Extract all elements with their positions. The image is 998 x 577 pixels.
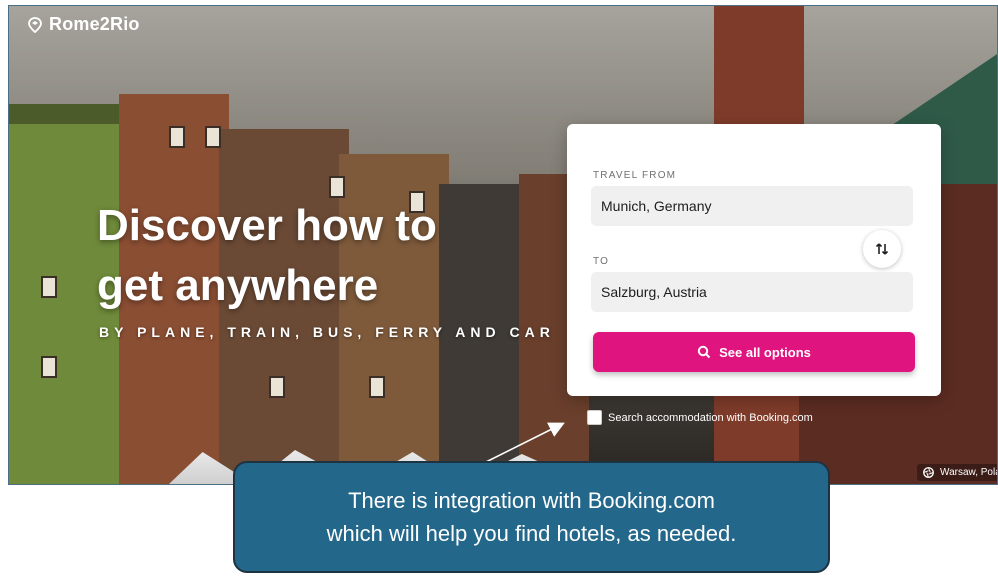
window [369,376,385,398]
window [329,176,345,198]
to-value: Salzburg, Austria [601,284,707,300]
hero-subline: BY PLANE, TRAIN, BUS, FERRY AND CAR [99,324,555,340]
rome2rio-logo-icon [28,16,42,33]
logo-text: Rome2Rio [49,14,140,34]
camera-shutter-icon [923,467,934,478]
see-all-options-label: See all options [719,344,811,360]
annotation-line-2: which will help you find hotels, as need… [326,521,737,546]
window [169,126,185,148]
window [41,356,57,378]
to-label: TO [593,256,610,267]
annotation-line-1: There is integration with Booking.com [348,488,715,513]
search-icon [697,345,711,359]
photo-location-tag[interactable]: Warsaw, Pola [917,464,998,481]
booking-accommodation-option[interactable]: Search accommodation with Booking.com [587,410,813,425]
site-logo[interactable]: Rome2Rio [27,14,140,35]
window [41,276,57,298]
to-input[interactable]: Salzburg, Austria [591,272,913,312]
swap-arrows-icon [875,243,889,255]
hero-headline: Discover how to get anywhere [97,196,517,316]
headline-line-2: get anywhere [97,261,379,310]
window [269,376,285,398]
photo-location-text: Warsaw, Pola [940,467,998,478]
booking-checkbox[interactable] [587,410,602,425]
see-all-options-button[interactable]: See all options [593,332,915,372]
building [9,104,129,124]
rome2rio-screenshot: Rome2Rio Discover how to get anywhere BY… [8,5,998,485]
booking-label: Search accommodation with Booking.com [608,411,813,424]
travel-from-value: Munich, Germany [601,198,712,214]
swap-button[interactable] [863,230,901,268]
travel-from-label: TRAVEL FROM [593,170,677,181]
annotation-callout: There is integration with Booking.com wh… [233,461,830,573]
window [205,126,221,148]
search-card: TRAVEL FROM Munich, Germany TO Salzburg,… [567,124,941,396]
headline-line-1: Discover how to [97,201,437,250]
travel-from-input[interactable]: Munich, Germany [591,186,913,226]
